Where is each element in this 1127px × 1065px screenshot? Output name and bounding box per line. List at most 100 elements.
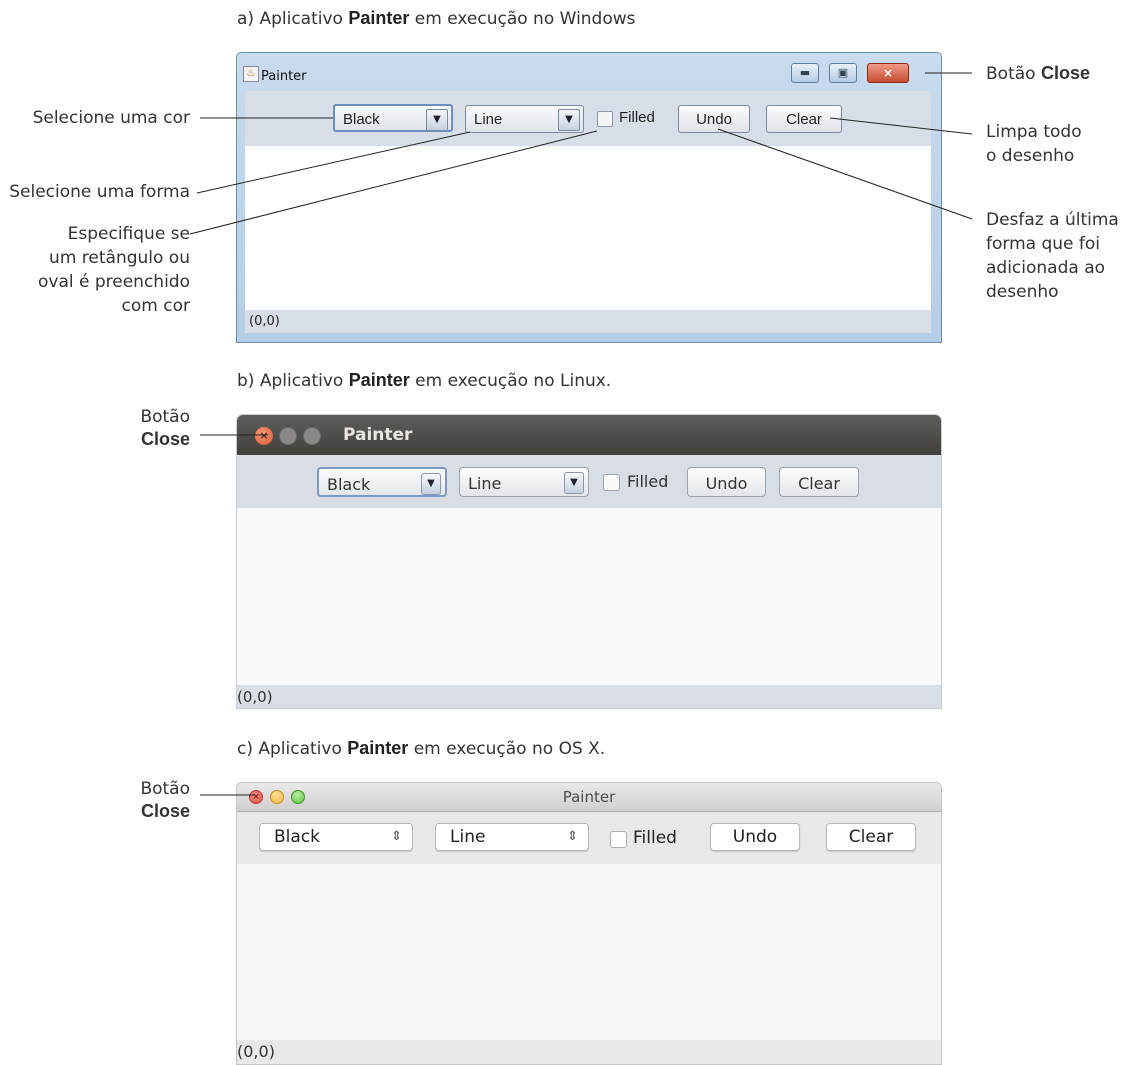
status-bar: (0,0) xyxy=(245,310,931,333)
clear-label: Clear xyxy=(848,827,894,847)
shape-select-value: Line xyxy=(450,827,486,847)
annotation-line: Botão xyxy=(140,407,190,427)
filled-label: Filled xyxy=(627,472,669,491)
drawing-canvas[interactable] xyxy=(237,864,941,1040)
annotation-bold: Close xyxy=(140,429,190,449)
color-select[interactable]: Black ⇕ xyxy=(259,823,413,851)
checkbox-box[interactable] xyxy=(610,831,627,848)
annotation-bold: Close xyxy=(1040,63,1090,83)
title-bar: × Painter xyxy=(237,783,941,812)
chevron-down-icon: ▼ xyxy=(558,109,580,131)
maximize-icon: ▣ xyxy=(837,66,849,79)
annotation-text: Botão xyxy=(986,64,1041,84)
undo-label: Undo xyxy=(705,474,748,493)
status-bar: (0,0) xyxy=(237,685,941,708)
caption-linux: b) Aplicativo Painter em execução no Lin… xyxy=(237,370,611,391)
caption-windows: a) Aplicativo Painter em execução no Win… xyxy=(237,8,636,29)
painter-window-linux: × Painter Black ▼ Line ▼ Filled Undo Cle… xyxy=(236,414,942,709)
window-title: Painter xyxy=(343,425,413,445)
clear-button[interactable]: Clear xyxy=(826,823,916,851)
annotation-line: o desenho xyxy=(986,146,1075,166)
filled-checkbox[interactable]: Filled xyxy=(597,105,677,133)
minimize-button[interactable]: ▬ xyxy=(791,63,819,83)
close-button[interactable]: × xyxy=(867,63,909,83)
mouse-coordinates: (0,0) xyxy=(249,314,280,329)
title-bar: × Painter xyxy=(237,415,941,455)
annotation-line: um retângulo ou xyxy=(49,248,190,268)
color-select[interactable]: Black ▼ xyxy=(333,104,453,132)
chevron-down-icon: ▼ xyxy=(426,109,448,131)
painter-window-osx: × Painter Black ⇕ Line ⇕ Filled Undo Cle… xyxy=(236,782,942,1065)
minimize-button[interactable] xyxy=(279,427,297,445)
annotation-line: Desfaz a última xyxy=(986,210,1119,230)
annotation-line: adicionada ao xyxy=(986,258,1106,278)
stepper-arrows-icon: ⇕ xyxy=(391,829,402,844)
annotation-select-color: Selecione uma cor xyxy=(32,108,190,128)
clear-button[interactable]: Clear xyxy=(766,105,842,133)
close-icon: × xyxy=(259,429,269,442)
annotation-filled: Especifique se um retângulo ou oval é pr… xyxy=(0,222,190,318)
caption-osx: c) Aplicativo Painter em execução no OS … xyxy=(237,738,605,759)
status-bar: (0,0) xyxy=(237,1040,941,1064)
annotation-select-shape: Selecione uma forma xyxy=(9,182,190,202)
minimize-icon: ▬ xyxy=(799,66,811,79)
shape-select-value: Line xyxy=(474,111,503,128)
window-title: Painter xyxy=(562,788,616,806)
annotation-close-linux: Botão Close xyxy=(0,406,190,451)
painter-window-windows: ♨ Painter ▬ ▣ × Black ▼ Line ▼ Filled Un… xyxy=(236,52,942,343)
filled-label: Filled xyxy=(619,109,655,126)
color-select-value: Black xyxy=(274,827,320,847)
annotation-clear: Limpa todo o desenho xyxy=(986,120,1082,168)
mouse-coordinates: (0,0) xyxy=(237,1042,275,1061)
clear-label: Clear xyxy=(786,111,822,128)
shape-select[interactable]: Line ⇕ xyxy=(435,823,589,851)
shape-select-value: Line xyxy=(468,474,502,493)
clear-button[interactable]: Clear xyxy=(779,467,859,497)
caption-suffix: em execução no Linux. xyxy=(409,371,612,391)
annotation-close-osx: Botão Close xyxy=(0,778,190,823)
checkbox-box[interactable] xyxy=(597,111,613,127)
caption-app-name: Painter xyxy=(348,370,410,390)
shape-select[interactable]: Line ▼ xyxy=(465,105,584,133)
filled-checkbox[interactable]: Filled xyxy=(610,823,700,853)
toolbar: Black ⇕ Line ⇕ Filled Undo Clear xyxy=(237,812,941,864)
caption-suffix: em execução no Windows xyxy=(409,9,636,29)
annotation-line: Especifique se xyxy=(67,224,190,244)
chevron-down-icon: ▼ xyxy=(421,473,441,495)
annotation-close-windows: Botão Close xyxy=(986,61,1090,86)
caption-prefix: b) Aplicativo xyxy=(237,371,349,391)
annotation-line: Botão xyxy=(140,779,190,799)
annotation-line: oval é preenchido xyxy=(37,272,190,292)
caption-prefix: a) Aplicativo xyxy=(237,9,349,29)
maximize-button[interactable] xyxy=(303,427,321,445)
annotation-line: forma que foi xyxy=(986,234,1100,254)
drawing-canvas[interactable] xyxy=(245,146,931,310)
chevron-down-icon: ▼ xyxy=(564,472,584,494)
shape-select[interactable]: Line ▼ xyxy=(459,467,589,497)
undo-button[interactable]: Undo xyxy=(687,467,766,497)
checkbox-box[interactable] xyxy=(603,474,620,491)
undo-button[interactable]: Undo xyxy=(678,105,750,133)
caption-app-name: Painter xyxy=(348,8,410,28)
java-app-icon: ♨ xyxy=(243,66,259,82)
annotation-line: com cor xyxy=(121,296,190,316)
annotation-bold: Close xyxy=(140,801,190,821)
annotation-undo: Desfaz a última forma que foi adicionada… xyxy=(986,208,1119,304)
toolbar: Black ▼ Line ▼ Filled Undo Clear xyxy=(245,91,931,146)
caption-suffix: em execução no OS X. xyxy=(408,739,606,759)
filled-label: Filled xyxy=(633,828,677,848)
annotation-line: desenho xyxy=(986,282,1059,302)
mouse-coordinates: (0,0) xyxy=(237,688,273,706)
filled-checkbox[interactable]: Filled xyxy=(603,467,693,497)
drawing-canvas[interactable] xyxy=(237,508,941,685)
undo-button[interactable]: Undo xyxy=(710,823,800,851)
color-select[interactable]: Black ▼ xyxy=(317,467,447,497)
close-button[interactable]: × xyxy=(255,427,273,445)
maximize-button[interactable]: ▣ xyxy=(829,63,857,83)
annotation-line: Limpa todo xyxy=(986,122,1082,142)
undo-label: Undo xyxy=(696,111,732,128)
color-select-value: Black xyxy=(327,475,371,494)
toolbar: Black ▼ Line ▼ Filled Undo Clear xyxy=(237,455,941,508)
caption-prefix: c) Aplicativo xyxy=(237,739,348,759)
caption-app-name: Painter xyxy=(347,738,409,758)
